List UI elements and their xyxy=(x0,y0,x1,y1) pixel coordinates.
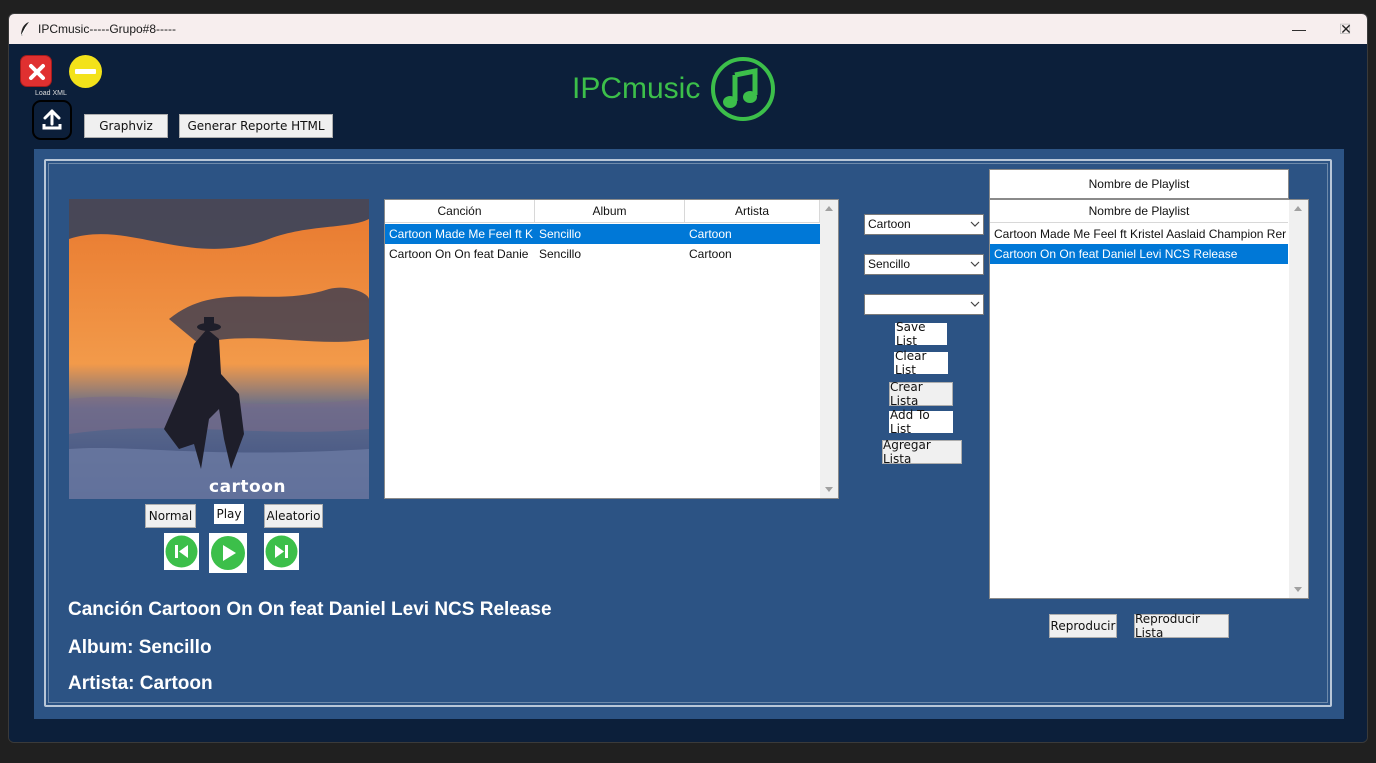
table-cell-album: Sencillo xyxy=(539,247,582,261)
playlist-select[interactable] xyxy=(864,294,984,315)
artist-select[interactable]: Cartoon xyxy=(864,214,984,235)
table-cell-song: Cartoon On On feat Danie xyxy=(389,247,529,261)
list-item[interactable]: Cartoon On On feat Daniel Levi NCS Relea… xyxy=(990,244,1288,264)
album-select[interactable]: Sencillo xyxy=(864,254,984,275)
now-playing-artist: Artista: Cartoon xyxy=(68,673,213,694)
list-item-label: Cartoon On On feat Daniel Levi NCS Relea… xyxy=(994,247,1238,261)
feather-icon xyxy=(20,22,29,37)
main-panel: cartoon Canción Album Artista Cartoon Ma… xyxy=(34,149,1344,719)
previous-button[interactable] xyxy=(164,533,199,570)
generate-report-button[interactable]: Generar Reporte HTML xyxy=(179,114,333,138)
crear-lista-button[interactable]: Crear Lista xyxy=(889,380,953,408)
table-row[interactable]: Cartoon Made Me Feel ft K Sencillo Carto… xyxy=(385,224,820,244)
column-header-album[interactable]: Album xyxy=(535,200,685,223)
playlist-name-field[interactable]: Nombre de Playlist xyxy=(989,169,1289,199)
table-row[interactable]: Cartoon On On feat Danie Sencillo Cartoo… xyxy=(385,244,820,264)
scroll-up-icon[interactable] xyxy=(824,204,834,212)
artist-select-value: Cartoon xyxy=(868,217,911,231)
main-content: Load XML Graphviz Generar Reporte HTML I… xyxy=(9,44,1367,742)
close-red-icon[interactable] xyxy=(20,55,52,87)
list-item-label: Cartoon Made Me Feel ft Kristel Aaslaid … xyxy=(994,227,1286,241)
save-list-button[interactable]: Save List xyxy=(895,320,947,348)
music-note-icon xyxy=(711,57,775,121)
songs-table: Canción Album Artista Cartoon Made Me Fe… xyxy=(384,199,839,499)
agregar-lista-button[interactable]: Agregar Lista xyxy=(882,438,962,466)
songs-scrollbar[interactable] xyxy=(820,200,838,498)
minus-yellow-icon[interactable] xyxy=(69,55,102,88)
chevron-down-icon xyxy=(970,221,980,227)
logo-text: IPCmusic xyxy=(572,72,701,105)
playlist-scrollbar[interactable] xyxy=(1289,200,1308,598)
album-select-value: Sencillo xyxy=(868,257,911,271)
scroll-down-icon[interactable] xyxy=(824,486,834,494)
chevron-down-icon xyxy=(970,261,980,267)
upload-icon[interactable] xyxy=(32,100,72,140)
now-playing-song: Canción Cartoon On On feat Daniel Levi N… xyxy=(68,599,552,620)
play-icon xyxy=(211,536,245,570)
list-item[interactable]: Cartoon Made Me Feel ft Kristel Aaslaid … xyxy=(990,224,1288,244)
clear-list-button[interactable]: Clear List xyxy=(894,349,948,377)
cover-text: cartoon xyxy=(209,477,287,497)
album-cover: cartoon xyxy=(69,199,369,499)
playlist-table: Nombre de Playlist Cartoon Made Me Feel … xyxy=(989,199,1309,599)
reproducir-button[interactable]: Reproducir xyxy=(1049,614,1117,638)
table-cell-album: Sencillo xyxy=(539,227,582,241)
play-button[interactable] xyxy=(209,533,247,573)
minimize-button[interactable]: — xyxy=(1276,14,1322,44)
random-mode-button[interactable]: Aleatorio xyxy=(264,504,323,528)
skip-back-icon xyxy=(165,535,198,568)
normal-mode-button[interactable]: Normal xyxy=(145,504,196,528)
title-bar: IPCmusic-----Grupo#8----- — ☐ ✕ xyxy=(9,14,1367,44)
column-header-playlist[interactable]: Nombre de Playlist xyxy=(990,200,1288,223)
table-cell-song: Cartoon Made Me Feel ft K xyxy=(389,227,533,241)
skip-forward-icon xyxy=(265,535,298,568)
graphviz-button[interactable]: Graphviz xyxy=(84,114,168,138)
column-header-song[interactable]: Canción xyxy=(385,200,535,223)
scroll-up-icon[interactable] xyxy=(1293,204,1303,212)
chevron-down-icon xyxy=(970,301,980,307)
table-cell-artist: Cartoon xyxy=(689,227,732,241)
add-to-list-button[interactable]: Add To List xyxy=(889,408,953,436)
app-window: IPCmusic-----Grupo#8----- — ☐ ✕ Load XML… xyxy=(8,13,1368,743)
play-label-button[interactable]: Play xyxy=(214,504,244,524)
close-window-button[interactable]: ✕ xyxy=(1323,14,1367,44)
column-header-artist[interactable]: Artista xyxy=(685,200,820,223)
load-xml-label: Load XML xyxy=(35,90,67,97)
next-button[interactable] xyxy=(264,533,299,570)
scroll-down-icon[interactable] xyxy=(1293,586,1303,594)
table-cell-artist: Cartoon xyxy=(689,247,732,261)
window-title: IPCmusic-----Grupo#8----- xyxy=(38,22,176,36)
reproducir-lista-button[interactable]: Reproducir Lista xyxy=(1134,612,1229,640)
now-playing-album: Album: Sencillo xyxy=(68,637,212,658)
